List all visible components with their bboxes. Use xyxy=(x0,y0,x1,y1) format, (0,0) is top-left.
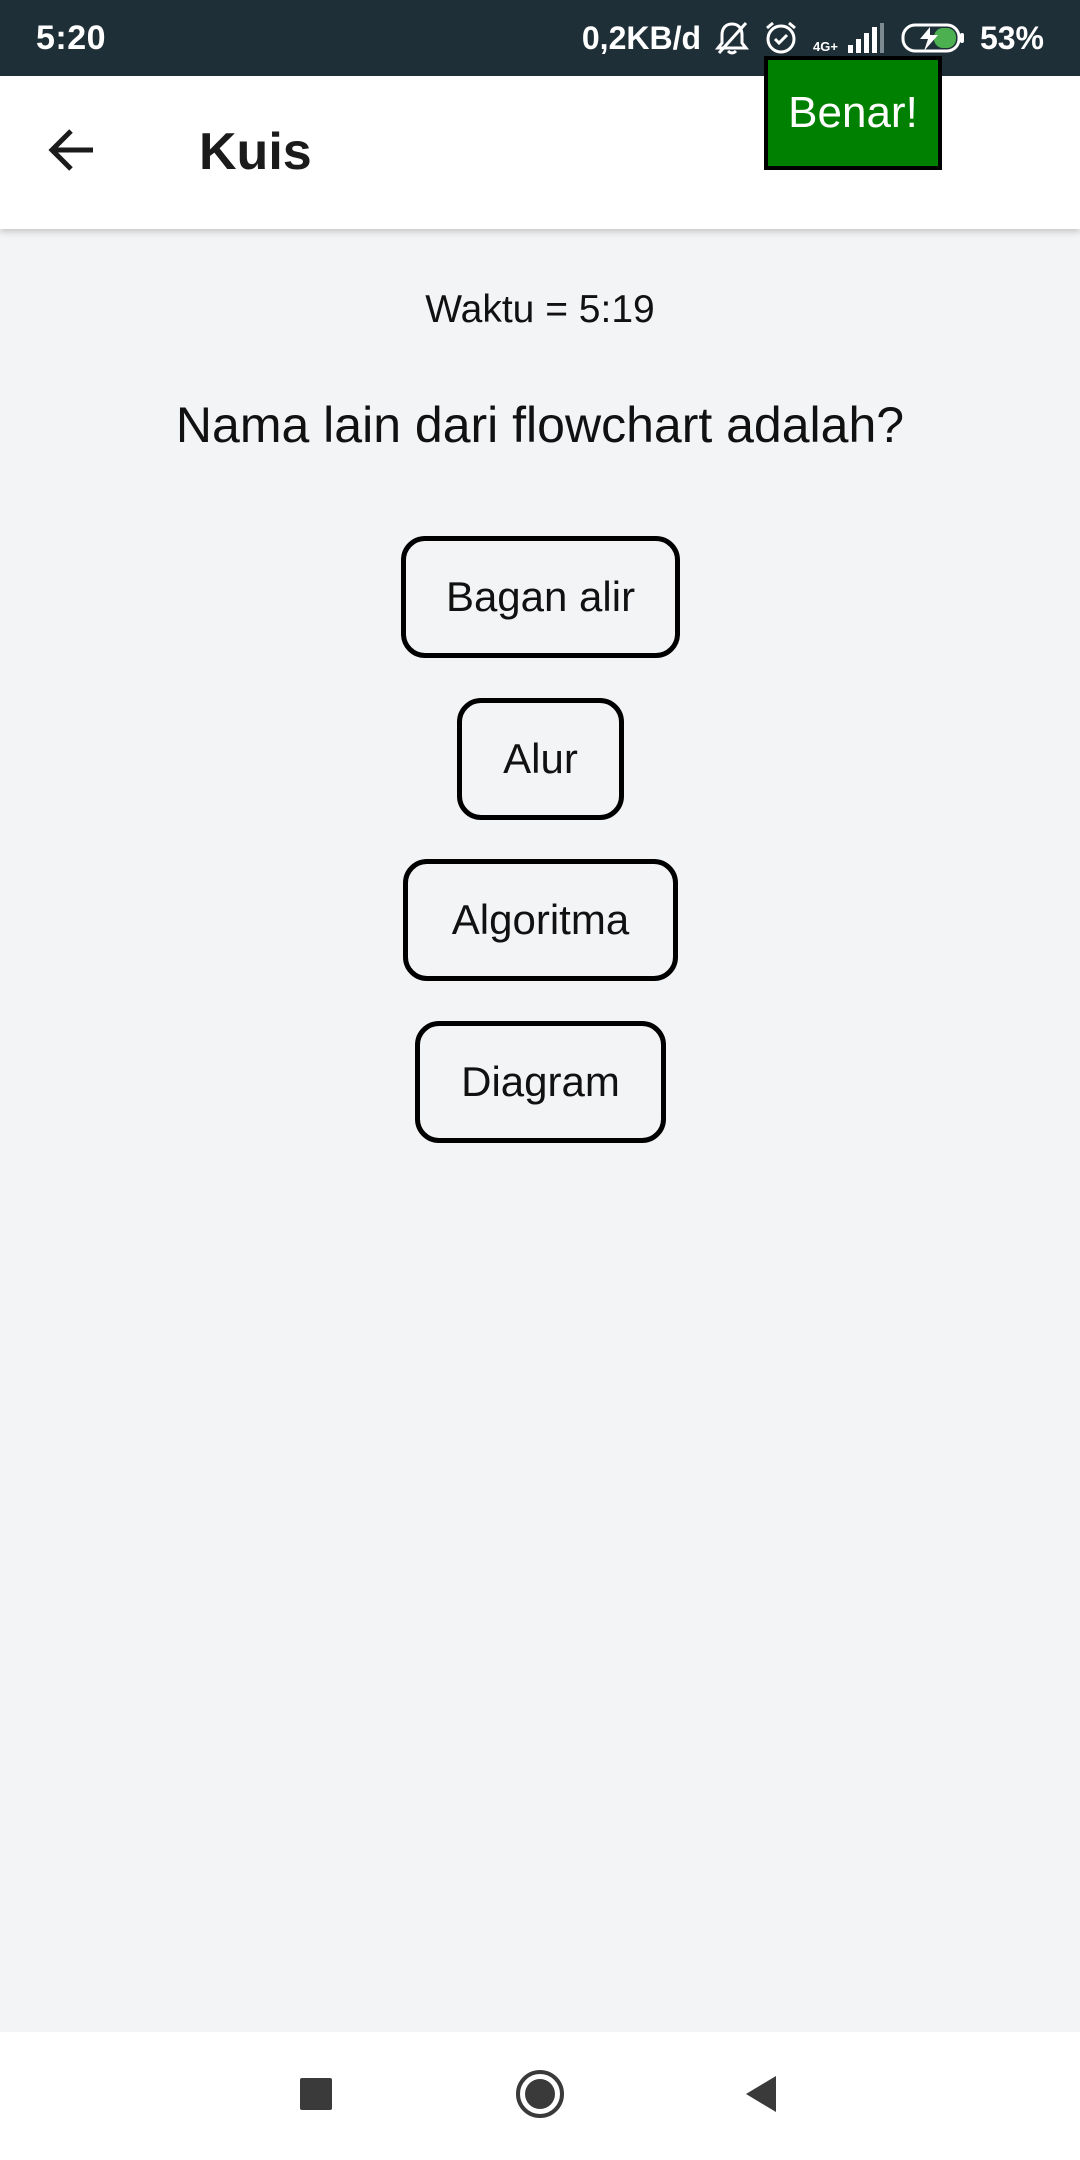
back-icon xyxy=(744,2074,778,2119)
recent-apps-button[interactable] xyxy=(266,2032,366,2160)
network-type: 4G+ xyxy=(813,38,838,54)
quiz-timer: Waktu = 5:19 xyxy=(425,288,655,331)
result-badge: Benar! xyxy=(764,56,942,170)
battery-percent: 53% xyxy=(979,19,1044,56)
bell-off-icon xyxy=(715,20,750,56)
arrow-left-icon xyxy=(47,128,97,177)
navigation-bar xyxy=(0,2032,1080,2160)
status-time: 5:20 xyxy=(36,18,107,57)
page-title: Kuis xyxy=(199,123,312,181)
quiz-question: Nama lain dari flowchart adalah? xyxy=(175,397,905,453)
status-indicators: 0,2KB/d 4G+ 53% xyxy=(582,20,1044,57)
answer-option-diagram[interactable]: Diagram xyxy=(415,1021,666,1143)
nav-back-button[interactable] xyxy=(711,2032,811,2160)
answer-option-bagan-alir[interactable]: Bagan alir xyxy=(401,536,680,658)
battery-charging-icon xyxy=(900,21,966,55)
answer-option-alur[interactable]: Alur xyxy=(457,698,624,820)
home-icon xyxy=(514,2068,566,2125)
recent-apps-icon xyxy=(298,2076,334,2117)
signal-icon xyxy=(846,21,886,55)
answer-option-algoritma[interactable]: Algoritma xyxy=(403,859,678,981)
alarm-icon xyxy=(763,20,799,56)
back-button[interactable] xyxy=(36,120,108,184)
home-button[interactable] xyxy=(490,2032,590,2160)
net-speed: 0,2KB/d xyxy=(581,19,702,56)
